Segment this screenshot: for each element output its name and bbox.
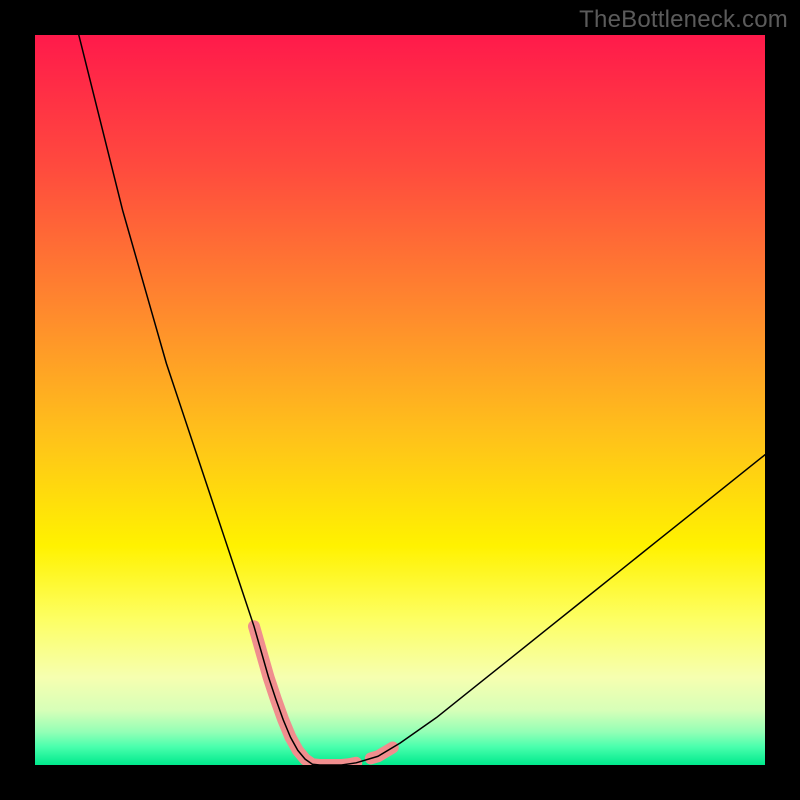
gradient-background	[35, 35, 765, 765]
chart-frame: TheBottleneck.com	[0, 0, 800, 800]
plot-area	[35, 35, 765, 765]
chart-svg	[35, 35, 765, 765]
watermark-text: TheBottleneck.com	[579, 6, 788, 34]
